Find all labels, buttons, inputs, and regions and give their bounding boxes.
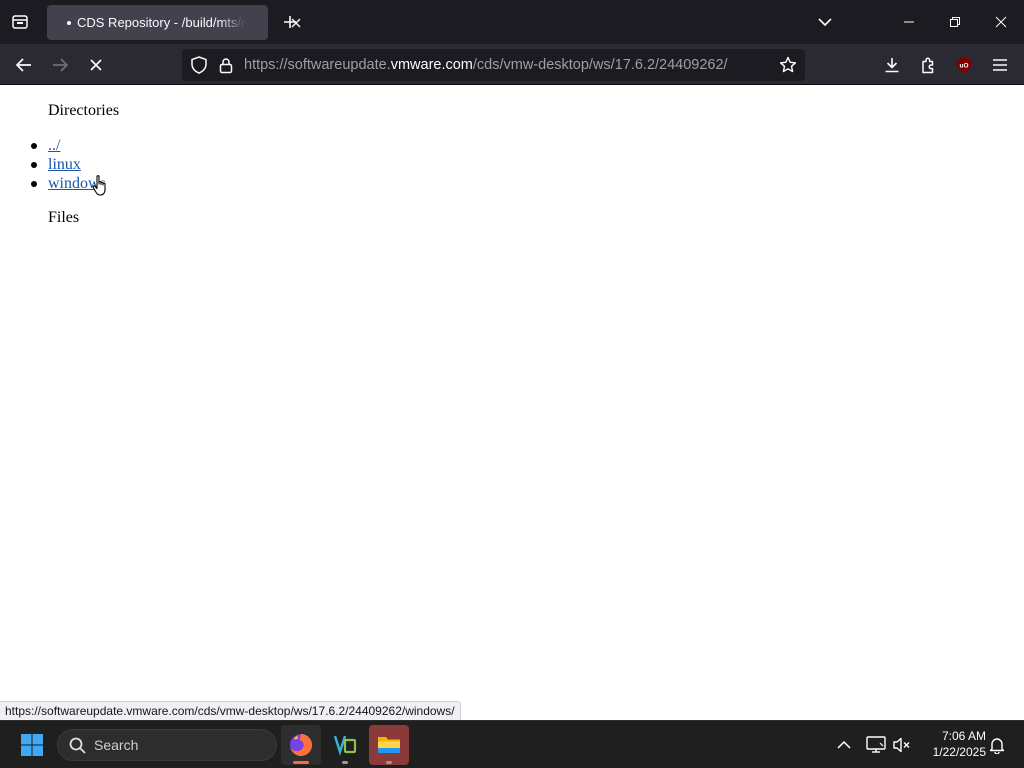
star-icon — [779, 56, 797, 73]
shield-icon — [191, 56, 207, 74]
directory-link-parent[interactable]: ../ — [48, 137, 60, 154]
directories-heading: Directories — [48, 102, 120, 119]
taskbar: Search 7:06 AM 1/22/2025 — [0, 720, 1024, 768]
new-tab-button[interactable] — [278, 10, 302, 34]
speaker-muted-icon[interactable] — [892, 734, 912, 756]
site-info-button[interactable] — [217, 56, 235, 74]
arrow-right-icon — [53, 58, 69, 72]
puzzle-icon — [922, 56, 934, 73]
restore-button[interactable] — [932, 0, 978, 44]
running-indicator — [293, 761, 309, 764]
back-button[interactable] — [9, 50, 39, 80]
minimize-icon — [904, 21, 914, 23]
tab-loading-icon — [67, 21, 71, 25]
list-all-tabs-button[interactable] — [813, 10, 837, 34]
show-hidden-icons-button[interactable] — [834, 735, 854, 755]
start-button[interactable] — [14, 731, 50, 759]
chevron-up-icon — [837, 740, 851, 749]
folder-icon — [378, 737, 400, 753]
downloads-button[interactable] — [877, 50, 907, 80]
windows-logo-icon — [21, 734, 43, 756]
taskbar-file-explorer[interactable] — [369, 725, 409, 765]
tracking-protection-button[interactable] — [190, 56, 208, 74]
network-icon[interactable] — [864, 734, 888, 756]
tab-bar: CDS Repository - /build/mts/release/bora… — [0, 0, 1024, 44]
bell-icon — [989, 738, 1005, 754]
clock-date: 1/22/2025 — [932, 745, 986, 759]
url-domain: vmware.com — [390, 57, 473, 73]
taskbar-search[interactable]: Search — [57, 729, 277, 761]
close-window-button[interactable] — [978, 0, 1024, 44]
plus-icon — [284, 16, 296, 28]
url-path: /cds/vmw-desktop/ws/17.6.2/24409262/ — [472, 57, 728, 73]
ublock-origin-icon: uO — [957, 57, 971, 73]
running-indicator — [342, 761, 348, 764]
vmware-workstation-icon — [333, 735, 357, 757]
firefox-icon — [290, 734, 312, 756]
stop-button[interactable] — [81, 50, 111, 80]
hand-cursor-icon — [92, 175, 106, 196]
download-icon — [885, 58, 899, 73]
minimize-button[interactable] — [886, 0, 932, 44]
tab-title: CDS Repository - /build/mts/release/bora… — [77, 15, 245, 30]
system-clock[interactable]: 7:06 AM 1/22/2025 — [918, 728, 986, 760]
extensions-button[interactable] — [913, 50, 943, 80]
running-indicator — [386, 761, 392, 764]
directory-link-linux[interactable]: linux — [48, 156, 81, 173]
list-item: linux — [30, 155, 106, 174]
hamburger-menu-icon — [993, 59, 1007, 71]
arrow-left-icon — [15, 58, 31, 72]
active-tab[interactable]: CDS Repository - /build/mts/release/bora… — [47, 5, 301, 40]
notifications-button[interactable] — [986, 734, 1008, 756]
taskbar-firefox[interactable] — [281, 725, 321, 765]
ublock-badge-text: uO — [959, 63, 968, 70]
forward-button[interactable] — [45, 50, 75, 80]
page-content: Directories ../ linux windows Files — [0, 85, 1024, 720]
url-bar[interactable]: https://softwareupdate.vmware.com/cds/vm… — [182, 49, 805, 81]
url-text[interactable]: https://softwareupdate.vmware.com/cds/vm… — [244, 57, 728, 74]
bookmark-button[interactable] — [779, 56, 797, 74]
taskbar-vmware[interactable] — [325, 725, 365, 765]
firefox-view-icon — [12, 15, 28, 29]
url-prefix: https://softwareupdate. — [244, 57, 391, 73]
restore-icon — [950, 17, 960, 27]
navigation-bar: https://softwareupdate.vmware.com/cds/vm… — [0, 44, 1024, 85]
lock-icon — [219, 57, 233, 73]
clock-time: 7:06 AM — [941, 729, 986, 743]
firefox-view-button[interactable] — [6, 8, 34, 36]
close-icon — [90, 59, 102, 71]
search-label: Search — [94, 737, 139, 753]
chevron-down-icon — [818, 18, 832, 27]
files-heading: Files — [48, 209, 80, 226]
ublock-origin-button[interactable]: uO — [949, 50, 979, 80]
search-icon — [69, 737, 86, 754]
close-icon — [995, 16, 1007, 28]
list-item: ../ — [30, 136, 106, 155]
status-link-preview: https://softwareupdate.vmware.com/cds/vm… — [0, 701, 461, 720]
app-menu-button[interactable] — [985, 50, 1015, 80]
